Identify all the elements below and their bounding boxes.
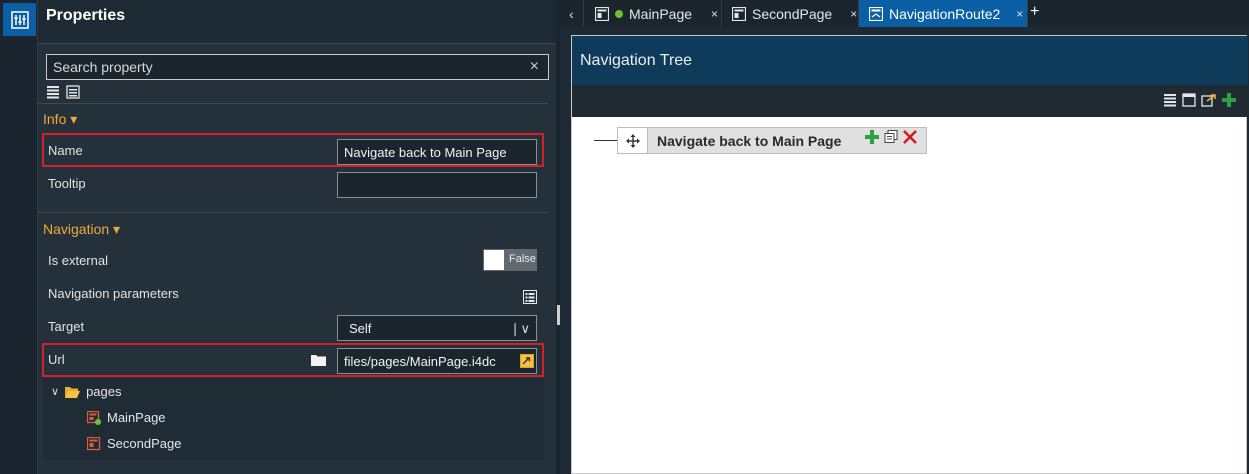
splitter-handle[interactable] xyxy=(557,305,560,325)
page-icon xyxy=(732,6,746,21)
tab-mainpage[interactable]: MainPage × xyxy=(585,0,722,27)
tab-label: MainPage xyxy=(629,5,693,22)
page-icon xyxy=(87,436,101,450)
parameters-editor-icon[interactable] xyxy=(523,290,537,304)
chevron-down-icon: ❘∨ xyxy=(509,321,530,336)
folder-icon[interactable] xyxy=(311,353,326,366)
search-property-input[interactable]: Search property × xyxy=(46,54,549,80)
tab-label: SecondPage xyxy=(752,5,833,22)
properties-panel: Properties Search property × Info ▾ Name… xyxy=(38,0,556,474)
navigation-route-icon xyxy=(869,6,883,21)
view-mode-buttons xyxy=(46,85,80,99)
is-external-label: Is external xyxy=(48,253,108,268)
app-window: Properties Search property × Info ▾ Name… xyxy=(0,0,1249,474)
toggle-state: False xyxy=(509,253,536,265)
url-value: files/pages/MainPage.i4dc xyxy=(344,354,496,369)
url-label: Url xyxy=(48,352,65,367)
chevron-down-icon: ∨ xyxy=(51,386,60,398)
name-label: Name xyxy=(48,143,83,158)
tab-secondpage[interactable]: SecondPage × xyxy=(722,0,859,27)
editor-header: Navigation Tree xyxy=(572,36,1248,85)
name-input[interactable]: Navigate back to Main Page xyxy=(337,139,537,165)
toggle-knob xyxy=(484,250,504,270)
panel-title: Properties xyxy=(46,7,126,24)
divider xyxy=(38,212,548,213)
panel-splitter[interactable] xyxy=(556,0,560,474)
navigation-parameters-label: Navigation parameters xyxy=(48,286,179,301)
document-tabbar: ‹ MainPage × SecondPage × NavigationRout… xyxy=(560,0,1249,27)
close-tab-icon[interactable]: × xyxy=(711,7,718,21)
window-icon[interactable] xyxy=(1182,93,1196,107)
clear-search-icon[interactable]: × xyxy=(530,58,539,76)
page-icon xyxy=(595,6,609,21)
tooltip-input[interactable] xyxy=(337,172,537,198)
is-external-toggle[interactable]: False xyxy=(483,249,537,271)
toolbar-icons xyxy=(1163,93,1236,107)
navigation-editor: Navigation Tree Navigate back to Main Pa… xyxy=(571,35,1248,474)
target-label: Target xyxy=(48,319,85,334)
tab-label: NavigationRoute2 xyxy=(889,5,1001,22)
divider xyxy=(38,103,548,104)
tree-folder-pages[interactable]: ∨ pages xyxy=(51,384,121,399)
status-dot xyxy=(615,9,623,18)
list-view-icon[interactable] xyxy=(46,85,60,99)
editor-title: Navigation Tree xyxy=(580,52,693,69)
url-file-tree: ∨ pages MainPage SecondPage xyxy=(43,378,544,460)
page-icon xyxy=(87,410,101,425)
tab-navigationroute2[interactable]: NavigationRoute2 × xyxy=(859,0,1028,27)
tooltip-label: Tooltip xyxy=(48,176,86,191)
url-input[interactable]: files/pages/MainPage.i4dc xyxy=(337,348,537,374)
search-placeholder: Search property xyxy=(53,59,153,75)
navigation-section-header[interactable]: Navigation ▾ xyxy=(43,221,120,238)
navigation-node[interactable]: Navigate back to Main Page xyxy=(617,127,927,154)
properties-panel-button[interactable] xyxy=(3,3,36,36)
tree-item-label: MainPage xyxy=(107,410,166,425)
close-tab-icon[interactable]: × xyxy=(1016,7,1023,21)
tree-folder-label: pages xyxy=(86,384,122,399)
list-view-icon[interactable] xyxy=(1163,93,1177,107)
export-icon[interactable] xyxy=(1201,93,1217,107)
add-icon[interactable] xyxy=(1222,93,1236,107)
editor-toolbar xyxy=(572,85,1248,117)
open-link-icon[interactable] xyxy=(520,354,534,368)
tree-connector xyxy=(594,140,617,141)
scroll-tabs-left-button[interactable]: ‹ xyxy=(560,0,584,27)
panel-header: Properties xyxy=(38,0,556,44)
info-section-header[interactable]: Info ▾ xyxy=(43,111,77,128)
add-child-icon[interactable] xyxy=(865,130,879,144)
target-select[interactable]: Self ❘∨ xyxy=(337,315,537,341)
left-toolstrip xyxy=(0,0,38,474)
move-icon xyxy=(625,133,640,148)
tree-item-mainpage[interactable]: MainPage xyxy=(87,410,166,425)
properties-icon xyxy=(10,10,29,29)
target-selected-value: Self xyxy=(349,321,372,336)
node-label: Navigate back to Main Page xyxy=(657,133,842,149)
category-view-icon[interactable] xyxy=(66,85,80,99)
add-tab-button[interactable]: + xyxy=(1030,3,1039,21)
tree-item-label: SecondPage xyxy=(107,436,182,451)
tree-item-secondpage[interactable]: SecondPage xyxy=(87,436,181,451)
close-tab-icon[interactable]: × xyxy=(850,7,857,21)
drag-handle[interactable] xyxy=(618,128,648,153)
node-actions xyxy=(865,130,917,144)
copy-icon[interactable] xyxy=(884,130,898,144)
delete-icon[interactable] xyxy=(903,130,917,144)
open-folder-icon xyxy=(65,386,81,398)
